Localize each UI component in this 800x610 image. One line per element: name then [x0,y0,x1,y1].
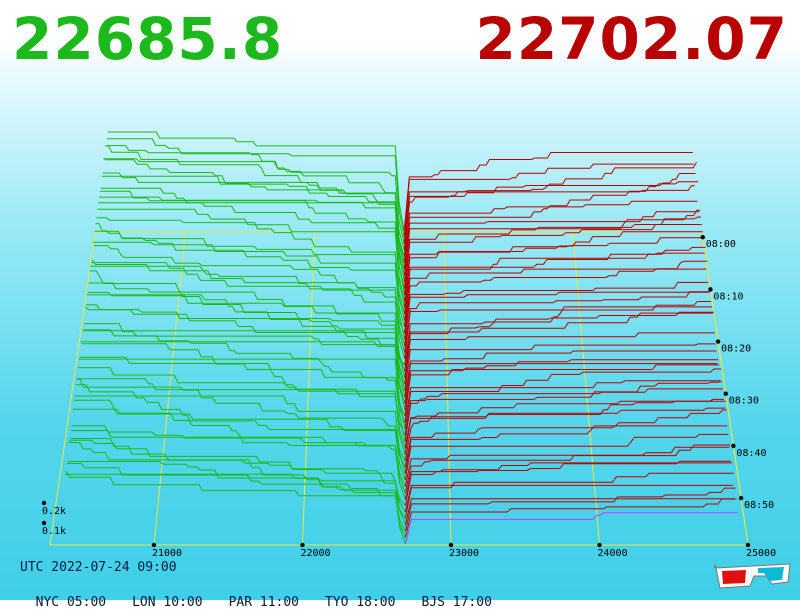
timezone-par: PAR 11:00 [228,595,300,610]
bid-depth-line [100,190,405,289]
depth-tick-marker [41,500,47,506]
utc-time: UTC 2022-07-24 09:00 [20,560,177,575]
price-tick-label: 21000 [152,548,182,559]
bid-depth-line [78,367,406,449]
grid-line [572,231,600,546]
time-tick-marker [738,495,744,501]
grid-line [153,231,186,546]
time-tick-label: 08:20 [721,344,751,355]
depth-tick-label: 0.1k [42,526,66,537]
bid-depth-line [69,439,406,513]
time-tick-marker [708,287,713,292]
time-tick-label: 08:40 [736,448,766,459]
depth-tick-marker [41,520,47,526]
price-tick-label: 24000 [597,548,627,559]
ask-depth-line [403,173,696,251]
3d-glasses-icon[interactable] [714,562,792,592]
ask-depth-line [404,312,713,372]
price-tick-marker [448,542,454,548]
price-tick-label: 25000 [746,548,776,559]
timezone-tyo: TYO 18:00 [325,595,396,610]
bid-depth-line [71,425,406,494]
time-tick-label: 08:10 [713,291,743,302]
ask-depth-lines [403,152,738,545]
timezone-lon: LON 10:00 [132,595,203,610]
depth-tick-label: 0.2k [42,506,66,517]
grid-line [443,231,452,546]
ask-depth-line [404,446,730,487]
ask-depth-line [403,211,700,276]
price-tick-marker [300,542,305,548]
time-tick-label: 08:50 [744,500,774,511]
ask-depth-line [404,301,711,359]
ask-depth-line [405,498,737,538]
price-tick-marker [597,542,602,548]
price-tick-label: 23000 [449,548,479,559]
time-tick-marker [715,339,721,344]
timezone-nyc: NYC 05:00 [35,595,107,610]
bid-depth-line [103,158,405,264]
time-tick-marker [731,443,736,449]
bid-depth-lines [64,131,406,545]
bid-depth-line [93,245,406,334]
bid-depth-line [83,330,406,411]
bid-depth-line [75,384,406,468]
bid-depth-line [101,175,405,276]
timezone-row: NYC 05:00 LON 10:00 PAR 11:00 TYO 18:00 BJS … [20,580,518,610]
price-tick-marker [151,542,157,548]
ask-depth-line [405,487,736,532]
bid-depth-line [80,341,406,430]
ask-depth-line [404,281,709,340]
ask-depth-line [404,398,724,449]
ask-depth-line [404,291,711,353]
price-tick-marker [745,542,751,548]
time-tick-marker [723,391,728,396]
ask-depth-line [403,209,701,283]
ask-depth-line [403,163,694,238]
ask-depth-line [404,460,732,500]
grid-line [301,231,316,546]
bid-depth-line [67,461,406,525]
depth-chart: 21000 22000 23000 24000 25000 08:00 08:10 08:20… [41,131,776,559]
timezone-bjs: BJS 17:00 [421,595,492,610]
bid-depth-line [107,131,405,232]
time-tick-label: 08:00 [706,239,736,250]
time-tick-label: 08:30 [729,396,759,407]
price-tick-label: 22000 [300,548,330,559]
bid-depth-line [86,294,406,385]
bid-depth-line [73,399,406,481]
ask-depth-line [405,512,738,545]
ask-depth-line [404,246,706,321]
bid-depth-line [106,145,405,244]
bid-depth-line [97,208,405,308]
ask-depth-line [404,291,710,347]
time-tick-marker [700,235,705,240]
